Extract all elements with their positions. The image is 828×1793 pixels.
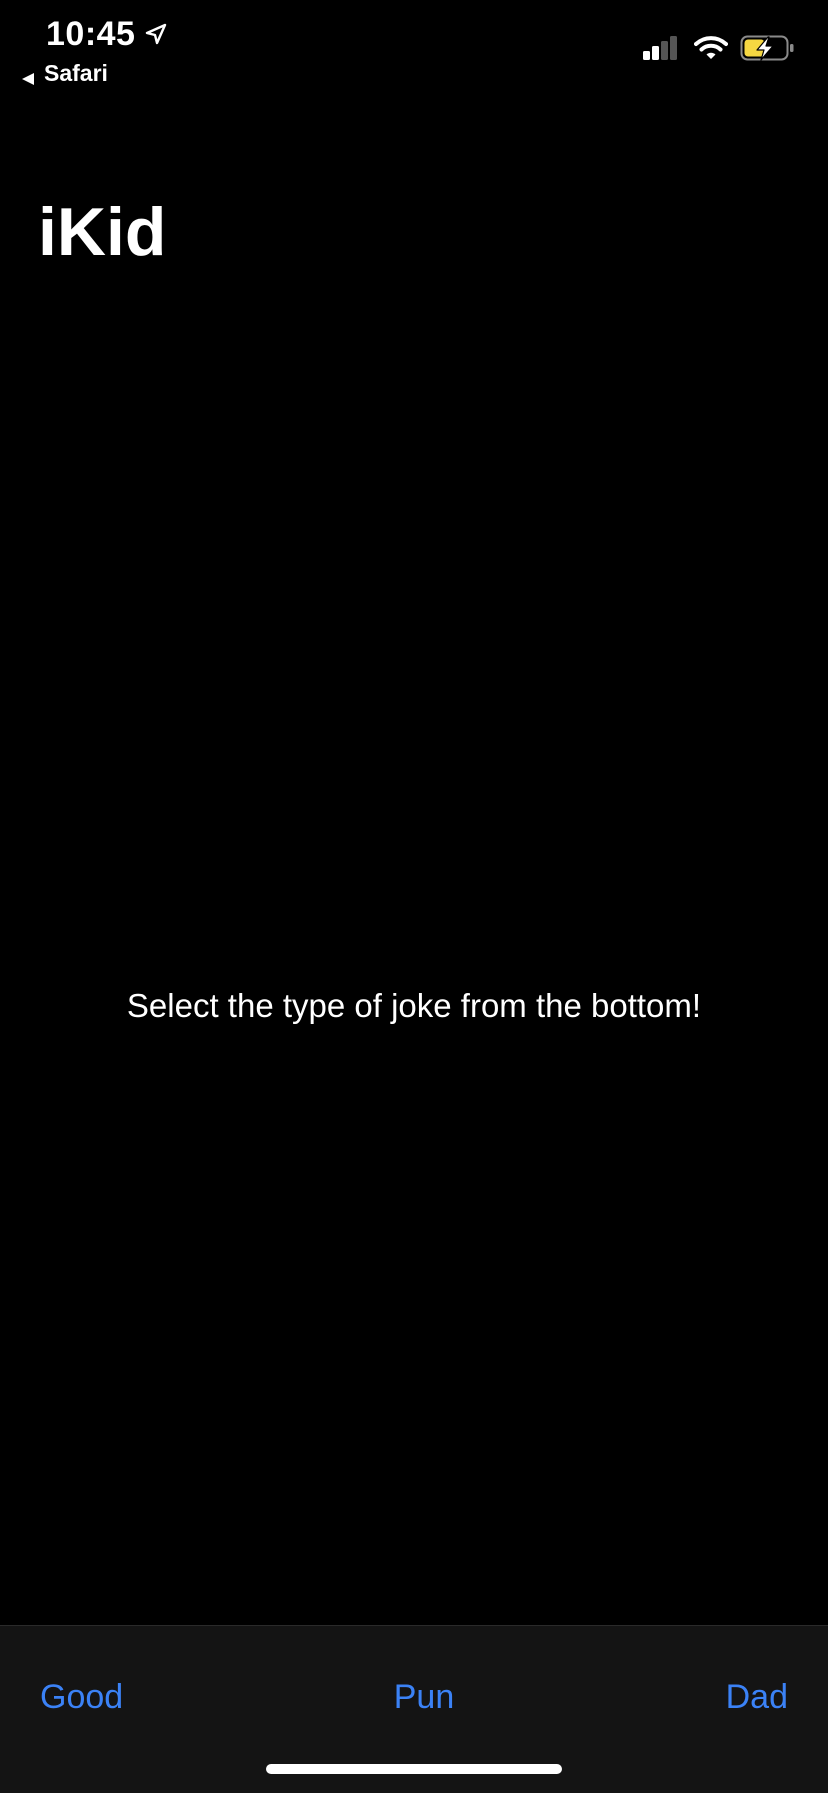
dad-joke-button[interactable]: Dad <box>726 1676 788 1718</box>
location-arrow-icon <box>143 21 169 47</box>
back-to-safari-button[interactable]: Safari <box>20 60 108 87</box>
battery-charging-icon <box>740 34 796 62</box>
back-app-label: Safari <box>44 60 108 86</box>
time-group: 10:45 <box>46 14 169 54</box>
status-indicators <box>642 34 796 62</box>
joke-prompt: Select the type of joke from the bottom! <box>126 987 702 1024</box>
back-triangle-icon <box>20 66 36 85</box>
cellular-signal-icon <box>642 35 680 61</box>
home-indicator[interactable] <box>266 1764 562 1774</box>
page-title: iKid <box>38 194 167 270</box>
status-bar: 10:45 Safari <box>0 0 828 90</box>
status-time: 10:45 <box>46 15 136 53</box>
wifi-icon <box>694 35 728 61</box>
pun-joke-button[interactable]: Pun <box>0 1676 828 1718</box>
